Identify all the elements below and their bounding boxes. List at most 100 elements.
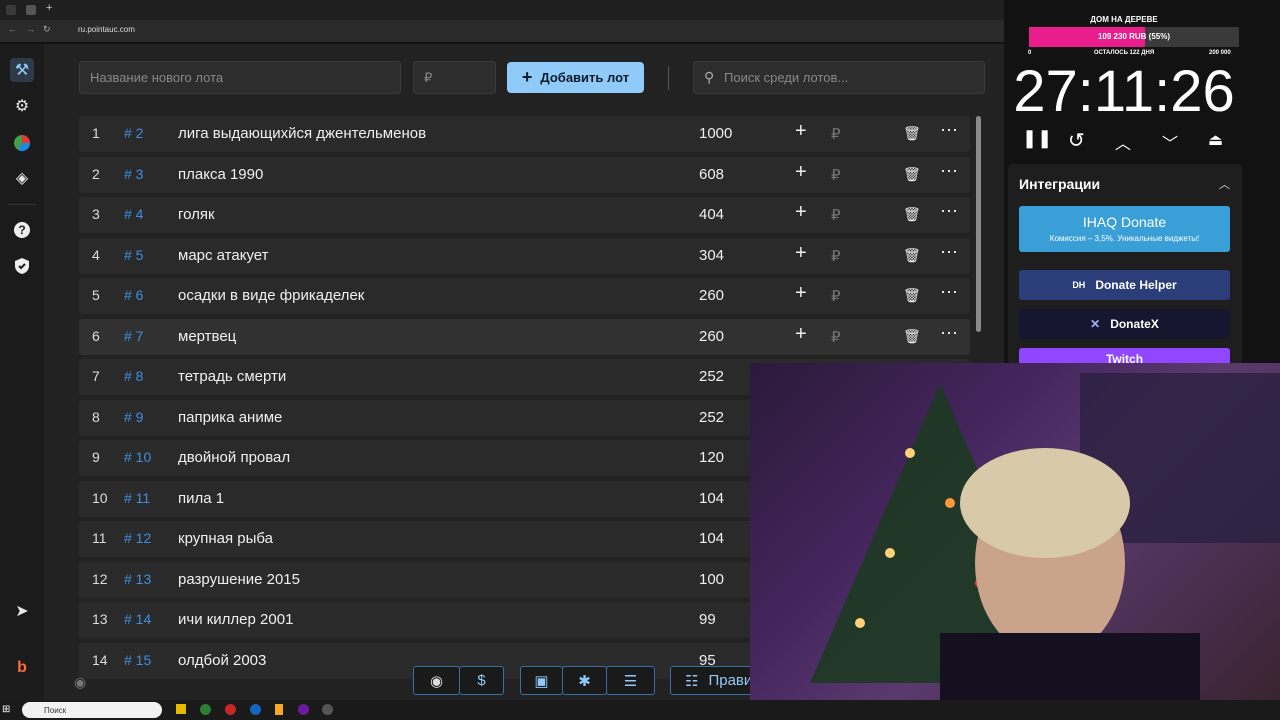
currency-icon[interactable]: ₽: [831, 328, 841, 346]
more-options-icon[interactable]: ⋯: [940, 282, 958, 303]
currency-icon[interactable]: ₽: [831, 287, 841, 305]
more-options-icon[interactable]: ⋯: [940, 323, 958, 344]
new-lot-price-input[interactable]: ₽: [413, 61, 496, 94]
chrome-active-icon[interactable]: [225, 704, 236, 715]
currency-icon[interactable]: ₽: [831, 247, 841, 265]
taskbar-search[interactable]: Поиск: [22, 702, 162, 718]
lot-name[interactable]: разрушение 2015: [178, 571, 300, 588]
list-scrollbar[interactable]: [976, 116, 981, 332]
lot-name[interactable]: пила 1: [178, 490, 224, 507]
lot-amount[interactable]: 104: [699, 490, 724, 507]
pause-icon[interactable]: ❚❚: [1022, 128, 1052, 149]
lot-amount[interactable]: 100: [699, 571, 724, 588]
forward-icon[interactable]: →: [26, 24, 35, 34]
lot-amount[interactable]: 260: [699, 328, 724, 345]
lot-name[interactable]: тетрадь смерти: [178, 368, 286, 385]
lot-row[interactable]: 2 # 3 плакса 1990 608 + ₽ 🗑 ⋯: [79, 156, 970, 193]
telegram-icon[interactable]: ➤: [10, 599, 34, 623]
more-options-icon[interactable]: ⋯: [940, 120, 958, 141]
obs-icon[interactable]: [298, 704, 309, 715]
lot-row[interactable]: 6 # 7 мертвец 260 + ₽ 🗑 ⋯: [79, 318, 970, 355]
lot-amount[interactable]: 104: [699, 530, 724, 547]
reset-icon[interactable]: ↺: [1068, 128, 1085, 153]
lot-amount[interactable]: 608: [699, 166, 724, 183]
wheel-chart-icon[interactable]: [10, 131, 34, 155]
lot-row[interactable]: 4 # 5 марс атакует 304 + ₽ 🗑 ⋯: [79, 237, 970, 274]
add-amount-icon[interactable]: +: [795, 120, 807, 143]
more-options-icon[interactable]: ⋯: [940, 161, 958, 182]
twitch-button[interactable]: Twitch: [1019, 348, 1230, 364]
lot-name[interactable]: осадки в виде фрикаделек: [178, 287, 364, 304]
lot-row[interactable]: 5 # 6 осадки в виде фрикаделек 260 + ₽ 🗑 ⋯: [79, 278, 970, 314]
tab-menu-icon[interactable]: [6, 5, 16, 15]
lot-name[interactable]: голяк: [178, 206, 215, 223]
lot-amount[interactable]: 404: [699, 206, 724, 223]
boosty-icon[interactable]: b: [10, 656, 34, 680]
app-icon[interactable]: [250, 704, 261, 715]
donatex-button[interactable]: ✕ DonateX: [1019, 309, 1230, 339]
timer-down-icon[interactable]: ﹀: [1162, 130, 1178, 154]
currency-icon[interactable]: ₽: [831, 166, 841, 184]
lot-amount[interactable]: 260: [699, 287, 724, 304]
add-amount-icon[interactable]: +: [795, 201, 807, 224]
layers-icon[interactable]: ◈: [10, 166, 34, 190]
add-amount-icon[interactable]: +: [795, 282, 807, 305]
delete-icon[interactable]: 🗑: [903, 247, 921, 264]
lot-amount[interactable]: 252: [699, 368, 724, 385]
more-options-icon[interactable]: ⋯: [940, 242, 958, 263]
lot-name[interactable]: лига выдающихйся джентельменов: [178, 125, 426, 142]
shield-icon[interactable]: [10, 254, 34, 278]
lot-row[interactable]: 3 # 4 голяк 404 + ₽ 🗑 ⋯: [79, 197, 970, 233]
add-lot-button[interactable]: + Добавить лот: [507, 62, 644, 93]
new-tab-icon[interactable]: +: [46, 2, 52, 14]
lot-name[interactable]: олдбой 2003: [178, 652, 266, 669]
add-amount-icon[interactable]: +: [795, 242, 807, 265]
app-icon-3[interactable]: [322, 704, 333, 715]
timer-up-icon[interactable]: ︿: [1115, 130, 1131, 154]
app-icon-2[interactable]: [275, 704, 283, 715]
url-text[interactable]: ru.pointauc.com: [78, 25, 135, 34]
reload-icon[interactable]: ↻: [43, 24, 51, 35]
browser-tab[interactable]: [26, 5, 36, 15]
back-icon[interactable]: ←: [8, 24, 17, 34]
new-lot-name-input[interactable]: Название нового лота: [79, 61, 401, 94]
donate-button[interactable]: $: [459, 666, 504, 695]
chrome-icon[interactable]: [200, 704, 211, 715]
lot-row[interactable]: 1 # 2 лига выдающихйся джентельменов 1000 + ₽…: [79, 116, 970, 152]
add-amount-icon[interactable]: +: [795, 161, 807, 184]
lot-amount[interactable]: 120: [699, 449, 724, 466]
lot-name[interactable]: мертвец: [178, 328, 236, 345]
help-icon[interactable]: ?: [10, 218, 34, 242]
lot-search-input[interactable]: ⚲ Поиск среди лотов...: [693, 61, 985, 94]
explorer-icon[interactable]: [176, 704, 186, 714]
visibility-eye-icon[interactable]: ◉: [74, 674, 86, 691]
delete-icon[interactable]: 🗑: [903, 328, 921, 345]
lot-amount[interactable]: 304: [699, 247, 724, 264]
lot-name[interactable]: крупная рыба: [178, 530, 273, 547]
delete-icon[interactable]: 🗑: [903, 287, 921, 304]
save-button[interactable]: ▣: [520, 666, 563, 695]
github-button[interactable]: ◉: [413, 666, 460, 695]
add-amount-icon[interactable]: +: [795, 323, 807, 346]
bug-report-button[interactable]: ✱: [562, 666, 607, 695]
rules-button[interactable]: ☷ Правил: [670, 666, 761, 695]
lot-name[interactable]: двойной провал: [178, 449, 290, 466]
delete-icon[interactable]: 🗑: [903, 206, 921, 223]
lot-name[interactable]: паприка аниме: [178, 409, 282, 426]
delete-icon[interactable]: 🗑: [903, 125, 921, 142]
collapse-icon[interactable]: ︿: [1219, 176, 1230, 192]
lot-amount[interactable]: 252: [699, 409, 724, 426]
timer-max-icon[interactable]: ⏏: [1208, 130, 1223, 150]
lot-name[interactable]: марс атакует: [178, 247, 269, 264]
currency-icon[interactable]: ₽: [831, 125, 841, 143]
auction-gavel-icon[interactable]: ⚒: [10, 58, 34, 82]
settings-gear-icon[interactable]: ⚙: [10, 94, 34, 118]
lot-amount[interactable]: 99: [699, 611, 716, 628]
windows-start-icon[interactable]: ⊞: [2, 704, 10, 715]
delete-icon[interactable]: 🗑: [903, 166, 921, 183]
lot-name[interactable]: ичи киллер 2001: [178, 611, 293, 628]
lot-amount[interactable]: 1000: [699, 125, 732, 142]
lot-name[interactable]: плакса 1990: [178, 166, 263, 183]
currency-icon[interactable]: ₽: [831, 206, 841, 224]
donate-helper-button[interactable]: DH Donate Helper: [1019, 270, 1230, 300]
